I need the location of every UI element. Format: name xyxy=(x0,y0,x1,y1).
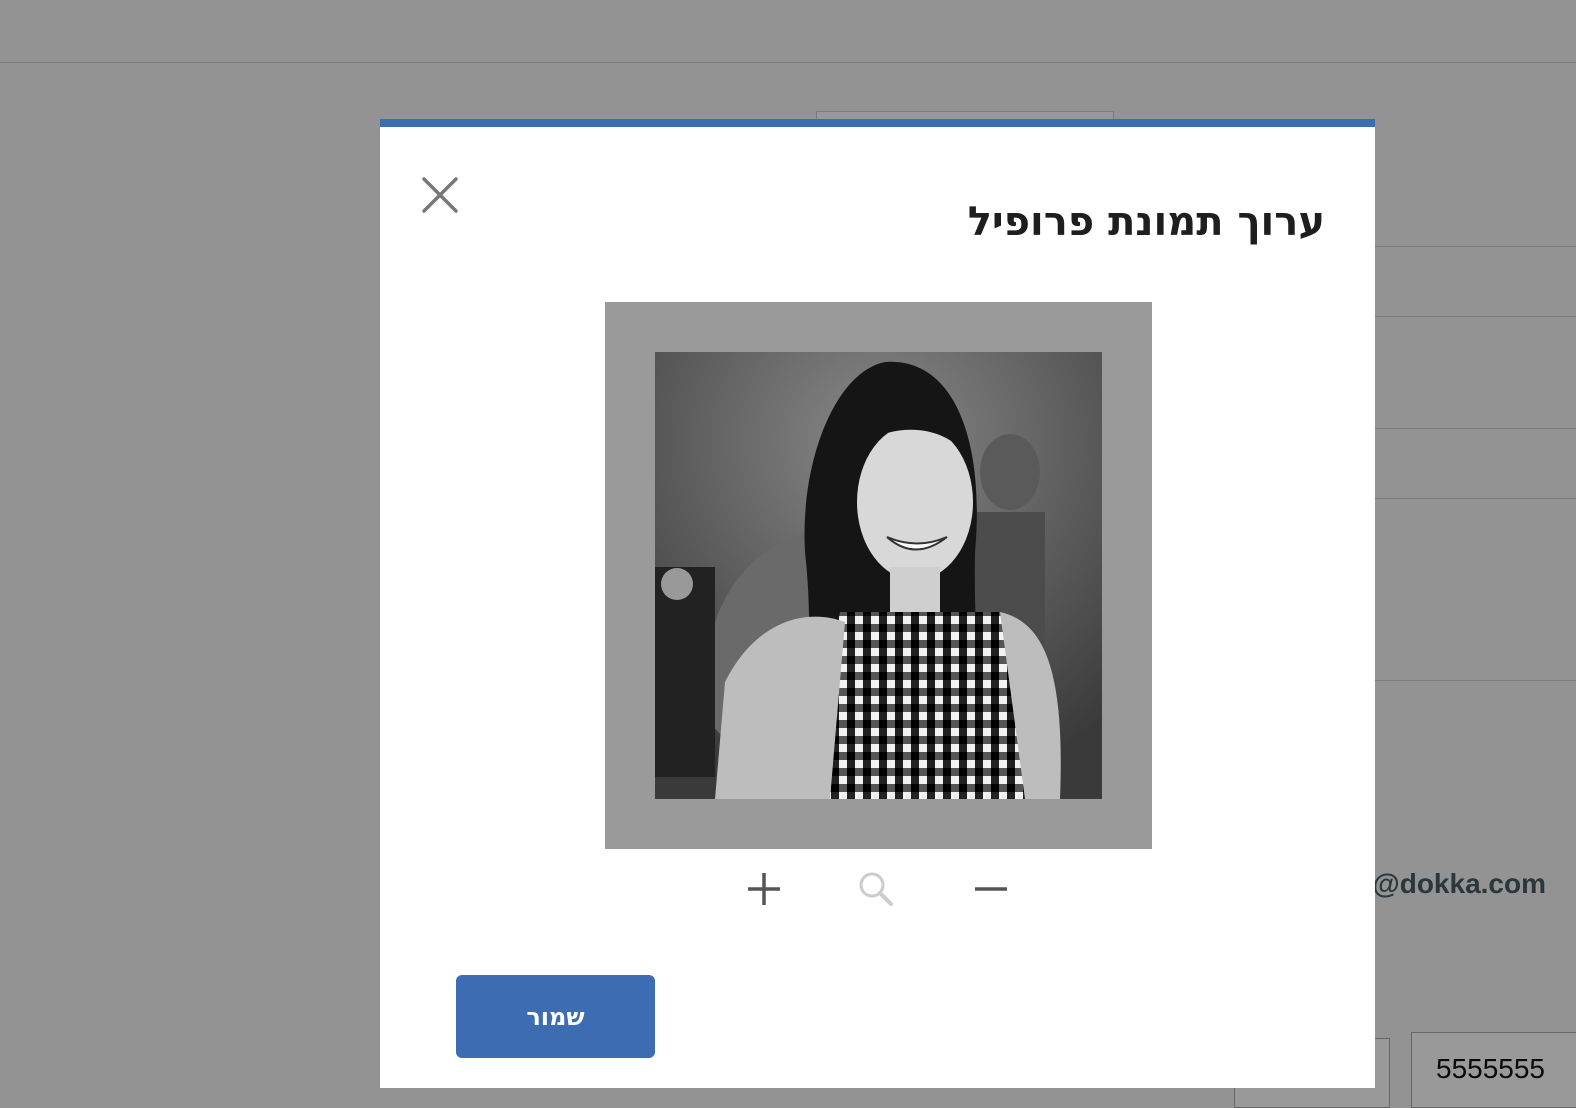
zoom-out-button[interactable] xyxy=(969,867,1013,911)
search-icon xyxy=(859,872,893,906)
profile-photo[interactable] xyxy=(655,352,1102,799)
plus-icon xyxy=(748,873,780,905)
zoom-in-button[interactable] xyxy=(742,867,786,911)
save-button[interactable]: שמור xyxy=(456,975,655,1058)
zoom-indicator xyxy=(854,867,898,911)
modal-title: ערוך תמונת פרופיל xyxy=(967,199,1325,245)
edit-profile-photo-modal: ערוך תמונת פרופיל שמור xyxy=(380,119,1375,1088)
crop-area[interactable] xyxy=(605,302,1152,849)
minus-icon xyxy=(975,887,1007,891)
close-icon[interactable] xyxy=(420,175,460,215)
